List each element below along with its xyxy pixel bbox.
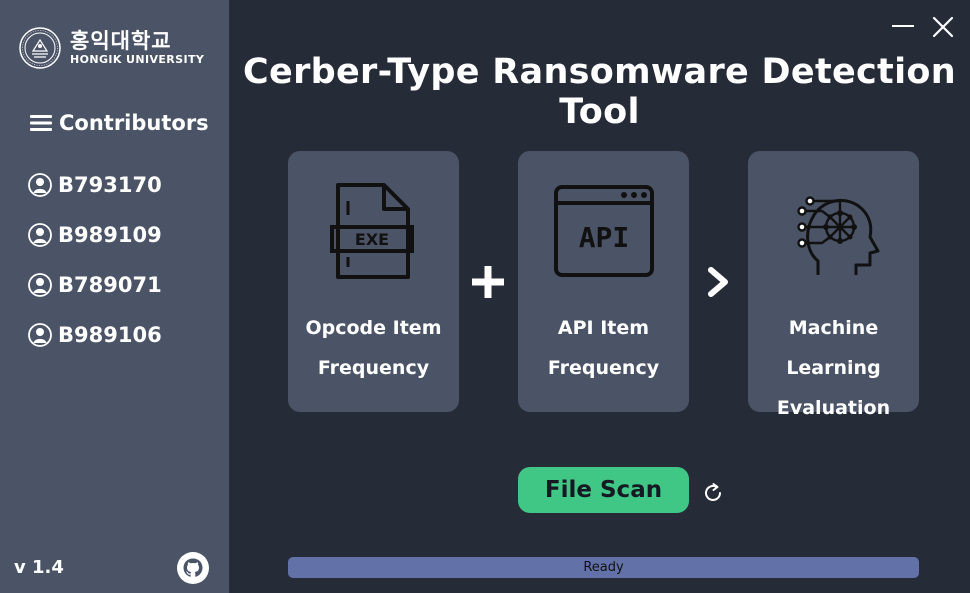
contributor-item: B989106 (28, 310, 162, 360)
chevron-right-icon (708, 267, 728, 297)
contributor-id: B793170 (58, 173, 162, 197)
api-window-icon: API (554, 185, 654, 277)
contributors-list: B793170 B989109 B789071 B989106 (28, 160, 162, 360)
logo-english-text: HONGIK UNIVERSITY (70, 53, 205, 66)
contributor-id: B989106 (58, 323, 162, 347)
api-frequency-card: API API Item Frequency (518, 151, 689, 412)
scan-progress-bar: Ready (288, 557, 919, 578)
card-label-line1: Opcode Item (305, 317, 442, 339)
page-title: Cerber-Type Ransomware Detection Tool (243, 52, 956, 132)
card-label: API Item Frequency (518, 308, 689, 388)
minimize-icon[interactable] (891, 14, 915, 38)
card-label-line2: Frequency (317, 357, 430, 379)
card-label: Opcode Item Frequency (288, 308, 459, 388)
status-text: Ready (583, 560, 624, 575)
contributor-item: B789071 (28, 260, 162, 310)
exe-file-icon: EXE (330, 183, 414, 279)
menu-icon (30, 115, 52, 131)
plus-icon (472, 266, 504, 298)
ai-brain-icon (797, 196, 880, 275)
close-icon[interactable] (931, 15, 955, 39)
university-logo: 홍익대학교 HONGIK UNIVERSITY (18, 26, 204, 70)
card-label-line1: Machine Learning (786, 317, 881, 379)
svg-text:EXE: EXE (355, 230, 389, 249)
contributor-item: B793170 (28, 160, 162, 210)
card-label-line1: API Item (557, 317, 650, 339)
university-seal-icon (19, 27, 61, 69)
contributors-header-label: Contributors (59, 111, 209, 135)
contributor-item: B989109 (28, 210, 162, 260)
user-icon (28, 323, 52, 347)
sidebar: 홍익대학교 HONGIK UNIVERSITY Contributors B79… (0, 0, 229, 593)
svg-text:API: API (579, 221, 630, 254)
user-icon (28, 223, 52, 247)
logo-korean-text: 홍익대학교 (70, 29, 172, 53)
user-icon (28, 273, 52, 297)
card-label: Machine Learning Evaluation (748, 308, 919, 428)
refresh-icon[interactable] (701, 481, 725, 505)
github-icon[interactable] (177, 552, 209, 584)
contributor-id: B789071 (58, 273, 162, 297)
contributors-header: Contributors (30, 111, 209, 135)
card-label-line2: Evaluation (776, 397, 891, 419)
version-label: v 1.4 (14, 557, 64, 578)
user-icon (28, 173, 52, 197)
opcode-frequency-card: EXE Opcode Item Frequency (288, 151, 459, 412)
ml-evaluation-card: Machine Learning Evaluation (748, 151, 919, 419)
file-scan-button[interactable]: File Scan (518, 467, 689, 513)
card-label-line2: Frequency (547, 357, 660, 379)
contributor-id: B989109 (58, 223, 162, 247)
